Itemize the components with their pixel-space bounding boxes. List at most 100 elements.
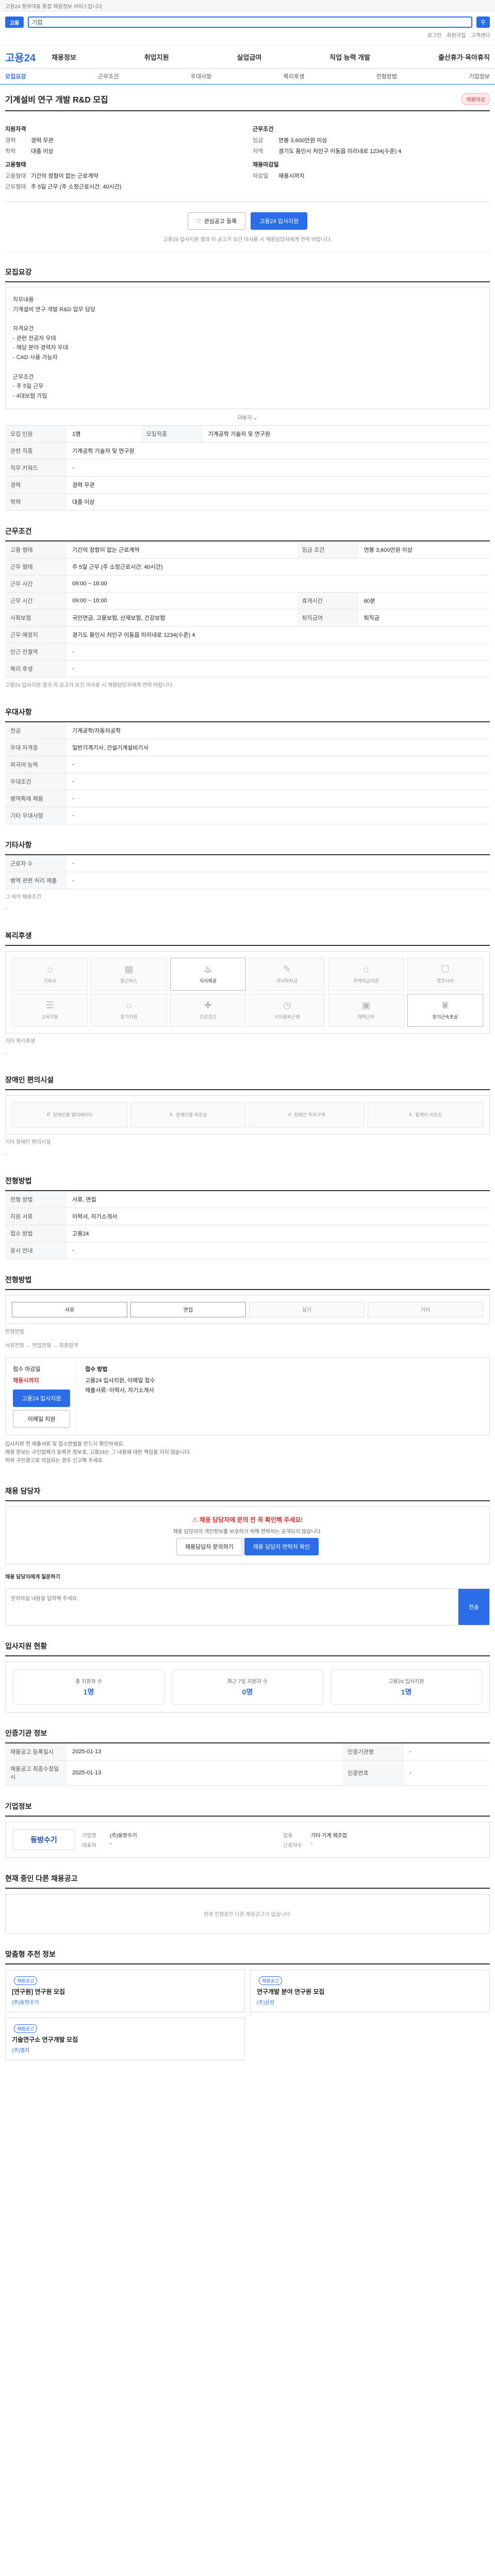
section-title: 현재 중인 다른 채용공고 [5, 1873, 490, 1889]
welfare-item: ◷ 시차출퇴근제 [249, 993, 325, 1027]
welfare-item: ⌂ 기숙사 [12, 957, 88, 991]
summary-value: 대졸 이상 [31, 148, 54, 155]
etc-note-title: 그 외의 채용조건 [5, 894, 41, 900]
summary-value: 연봉 3,600만원 이상 [278, 138, 327, 144]
apply-section: 전형방법 서류 면접 실기 기타 전형방법 서류전형 → 면접전형 → 최종합격… [5, 1259, 490, 1470]
row-key: 경력 [5, 476, 67, 494]
tab-welfare[interactable]: 복리후생 [284, 72, 304, 80]
row-key: 접수 방법 [5, 1225, 67, 1242]
row-key: 근로자 수 [5, 855, 67, 872]
apply-method-desc: 고용24 입사지원, 이메일 접수 제출서류: 이력서, 자기소개서 [85, 1378, 155, 1394]
row-value: - [67, 855, 490, 872]
contact-alert: ⚠ 채용 담당자에 문의 전 꼭 확인해 주세요! 채용 담당자의 개인정보를 … [5, 1506, 490, 1564]
question-input[interactable] [6, 1588, 458, 1625]
welfare-item: ▣ 재택근무 [328, 993, 404, 1027]
tab-recruit[interactable]: 모집요강 [5, 72, 26, 80]
nav-item-training[interactable]: 직업 능력 개발 [329, 52, 370, 62]
table-row: 근무 형태 주 5일 근무 (주 소정근로시간: 40시간) [5, 558, 490, 575]
search-button[interactable]: ⚲ [476, 16, 490, 28]
table-row: 응시 안내 - [5, 1242, 490, 1259]
recommend-list: 채용공고 [연구원] 연구원 모집 (주)동방수기 채용공고 연구개발 분야 연구원 … [5, 1969, 490, 2060]
apply-method-title: 접수 방법 [85, 1366, 108, 1372]
info-key: 대표자 [82, 1842, 96, 1849]
pref-section: 우대사항 전공 기계공학/자동차공학 우대 자격증 일반기계기사, 건설기계설비기사… [5, 691, 490, 824]
rec-title: 기술연구소 연구개발 모집 [12, 2036, 78, 2043]
row-key: 병역 관련 처리 제출 [5, 872, 67, 889]
more-button[interactable]: 더보기 ⌄ [5, 409, 490, 426]
rec-badge: 채용공고 [14, 1976, 38, 1985]
section-title: 맞춤형 추천 정보 [5, 1949, 490, 1964]
email-apply-button[interactable]: 이메일 지원 [13, 1410, 70, 1428]
summary-heading: 근무조건 [253, 126, 274, 132]
sun-icon: ☼ [124, 1000, 134, 1011]
util-help[interactable]: 고객센터 [471, 31, 490, 39]
job-actions: ♡ 관심공고 등록 고용24 입사지원 [5, 202, 490, 235]
history-table: 채용공고 등록일시 2025-01-13 인증기관명 - 채용공고 최종수정일시 202… [5, 1743, 490, 1786]
info-key: 업종 [283, 1833, 293, 1839]
search-input[interactable]: 기업 [28, 16, 472, 28]
row-key: 전형 방법 [5, 1191, 67, 1208]
recommend-card[interactable]: 채용공고 기술연구소 연구개발 모집 (주)엘지 [5, 2017, 245, 2060]
brand-logo[interactable]: 고용24 [5, 49, 52, 64]
tab-pref[interactable]: 우대사항 [191, 72, 211, 80]
summary-key: 고용형태 [5, 173, 26, 179]
row-key: 우대 자격증 [5, 739, 67, 756]
recommend-card[interactable]: 채용공고 [연구원] 연구원 모집 (주)동방수기 [5, 1969, 245, 2012]
summary-value: 경력 무관 [31, 138, 54, 144]
welfare-grid: ⌂ 기숙사 ▦ 통근버스 ♨ 식사제공 ✎ 자녀학자금 ⌂ 주택자금지원 ☐ 경조사비 ☰ 교… [5, 951, 490, 1033]
info-value: (주)동방수기 [110, 1833, 137, 1839]
welfare-label: 통근버스 [120, 978, 138, 984]
medical-icon: ✚ [204, 1000, 212, 1011]
step-practical: 실기 [249, 1301, 365, 1317]
nav-item-leave[interactable]: 출산휴가·육아휴직 [438, 52, 490, 62]
save-job-label: 관심공고 등록 [204, 218, 237, 225]
facility-label: 장애인용 엘리베이터 [53, 1112, 93, 1118]
welfare-item: ⌂ 주택자금지원 [328, 957, 404, 991]
row-key: 외국어 능력 [5, 756, 67, 773]
tab-process[interactable]: 전형방법 [376, 72, 397, 80]
row-key: 기타 우대사항 [5, 807, 67, 824]
apply-notice: 고용24 입사지원 결과 이 공고가 요건 미사용 시 채용담당자에게 연락 바… [5, 235, 490, 251]
tab-work[interactable]: 근무조건 [98, 72, 119, 80]
row-key: 관련 직종 [5, 442, 67, 460]
apply-online-button[interactable]: 고용24 입사지원 [13, 1389, 70, 1407]
building-icon: ⌂ [47, 964, 53, 975]
section-title: 우대사항 [5, 707, 490, 722]
row-key: 지원 서류 [5, 1208, 67, 1225]
welfare-item: ▦ 통근버스 [91, 957, 167, 991]
site-logo[interactable]: 고용 [5, 16, 24, 28]
welfare-label: 주택자금지원 [353, 978, 379, 984]
rec-title: [연구원] 연구원 모집 [12, 1988, 65, 1995]
question-send-button[interactable]: 전송 [458, 1588, 489, 1625]
apply-button[interactable]: 고용24 입사지원 [251, 212, 308, 230]
save-job-button[interactable]: ♡ 관심공고 등록 [187, 212, 246, 230]
section-title: 전형방법 [5, 1176, 490, 1191]
welfare-label: 기숙사 [43, 978, 57, 984]
search-icon: ⚲ [481, 19, 486, 26]
welfare-item: ♕ 장기근속포상 [407, 993, 483, 1027]
row-key: 우대조건 [5, 773, 67, 790]
contact-reveal-button[interactable]: 채용 담당자 연락처 확인 [244, 1537, 319, 1555]
facility-item: ♿ 휠체어 리프트 [368, 1101, 483, 1128]
company-logo[interactable]: 동방수기 [13, 1829, 75, 1850]
nav-item-benefit[interactable]: 실업급여 [237, 52, 261, 62]
info-key: 근로자수 [283, 1842, 302, 1849]
row-key: 전공 [5, 722, 67, 739]
util-login[interactable]: 로그인 [427, 31, 442, 39]
welfare-label: 자녀학자금 [276, 978, 298, 984]
util-signup[interactable]: 회원가입 [447, 31, 466, 39]
job-title-row: 기계설비 연구 개발 R&D 모집 채용마감 [5, 84, 490, 111]
nav-item-support[interactable]: 취업지원 [144, 52, 169, 62]
elevator-icon: ⇵ [46, 1112, 51, 1117]
row-value: 기계공학/자동차공학 [67, 722, 490, 739]
stats-section: 입사지원 현황 총 지원자 수 1명 최근 7일 지원자 수 0명 고용24 입사지… [5, 1625, 490, 1713]
welfare-item: ☐ 경조사비 [407, 957, 483, 991]
row-key: 고용 형태 [5, 541, 67, 558]
recommend-card[interactable]: 채용공고 연구개발 분야 연구원 모집 (주)삼성 [250, 1969, 490, 2012]
tab-company[interactable]: 기업정보 [469, 72, 489, 80]
nav-item-jobs[interactable]: 채용정보 [52, 52, 76, 62]
method-desc: 서류전형 → 면접전형 → 최종합격 [5, 1343, 78, 1349]
section-title: 채용 담당자 [5, 1486, 490, 1501]
contact-inquiry-button[interactable]: 채용담당자 문의하기 [176, 1537, 243, 1555]
row-key: 복리 후생 [5, 660, 67, 677]
